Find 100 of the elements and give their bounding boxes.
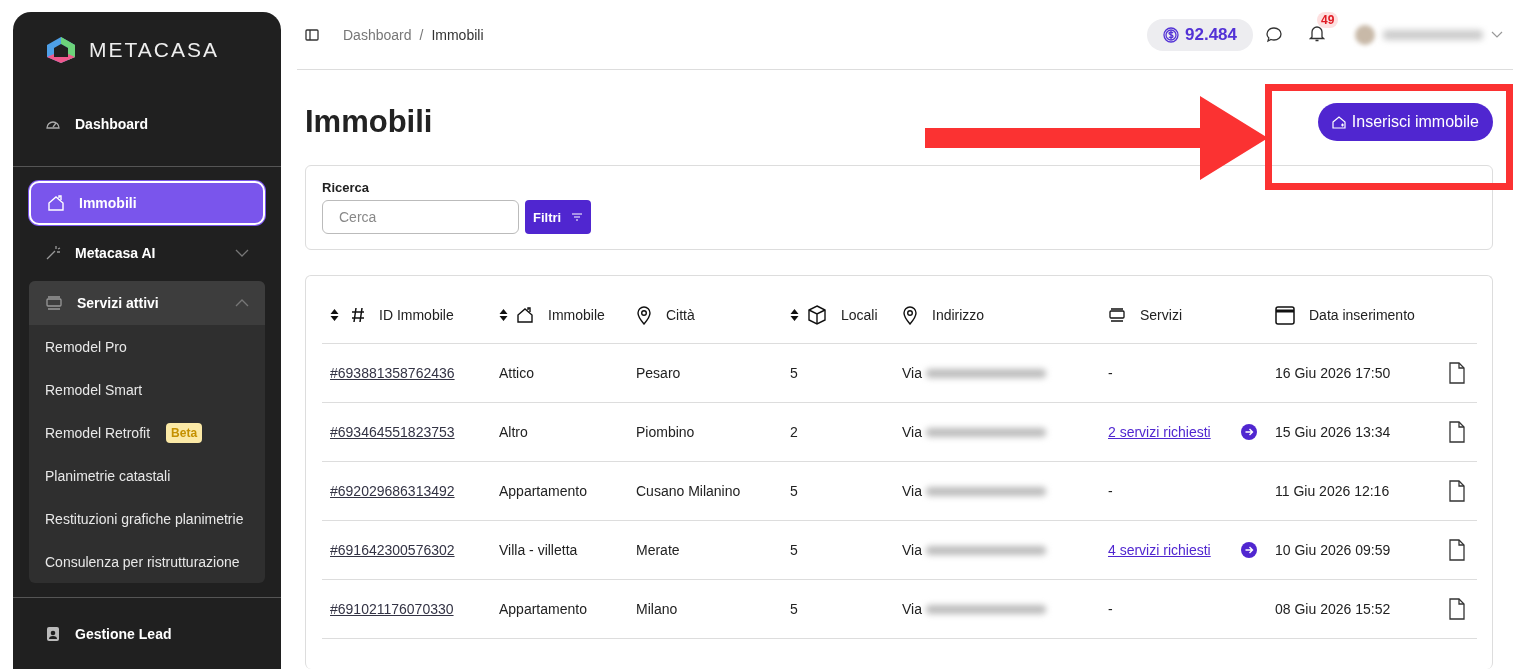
table-cell: 2 (782, 403, 894, 462)
arrow-circle-icon (1241, 542, 1257, 558)
header-label: Locali (841, 306, 878, 323)
table-cell: 16 Giu 2026 17:50 (1267, 344, 1440, 403)
address-text: Via (902, 601, 922, 617)
column-header[interactable]: Locali (782, 286, 894, 344)
chat-icon (1265, 25, 1283, 44)
nav-item[interactable]: Servizi attivi (29, 281, 265, 325)
sidebar-toggle-icon (305, 28, 319, 41)
stack-icon (1108, 306, 1126, 323)
property-id-link[interactable]: #691021176070330 (330, 601, 454, 617)
address-text: Via (902, 365, 922, 381)
header-label: Città (666, 306, 695, 323)
property-id-link[interactable]: #691642300576302 (330, 542, 455, 558)
table-cell: - (1108, 601, 1113, 617)
beta-badge: Beta (166, 422, 203, 443)
submenu-item[interactable]: Planimetrie catastali (29, 454, 265, 497)
header-label: Data inserimento (1309, 306, 1415, 323)
submenu-item[interactable]: Remodel Retrofit Beta (29, 411, 265, 454)
page-title: Immobili (305, 103, 434, 140)
submenu-item[interactable]: Remodel Pro (29, 325, 265, 368)
chevron-icon (1491, 31, 1503, 38)
document-icon (1448, 539, 1466, 561)
add-property-button[interactable]: Inserisci immobile (1317, 102, 1493, 141)
submenu-item[interactable]: Consulenza per ristrutturazione (29, 540, 265, 583)
header-label: ID Immobile (379, 306, 454, 323)
header-label: Indirizzo (932, 306, 985, 323)
sort-icon (790, 307, 799, 322)
calendar-icon (1275, 304, 1295, 325)
table-cell: Altro (491, 403, 628, 462)
filter-icon (571, 212, 584, 222)
coin-icon (1163, 26, 1179, 43)
bell-icon (1309, 23, 1325, 42)
nav-item[interactable]: Metacasa AI (29, 231, 265, 275)
nav-item[interactable]: Gestione Lead (29, 612, 265, 656)
nav-item[interactable]: Dashboard (29, 102, 265, 146)
table-cell: Milano (628, 580, 782, 639)
house-icon (47, 194, 65, 212)
property-id-link[interactable]: #693881358762436 (330, 365, 455, 381)
table-cell: Pesaro (628, 344, 782, 403)
map-pin-icon (636, 304, 652, 325)
table-cell: 5 (782, 344, 894, 403)
table-cell: Attico (491, 344, 628, 403)
services-link[interactable]: 4 servizi richiesti (1108, 542, 1211, 558)
table-cell: Cusano Milanino (628, 462, 782, 521)
credits-badge: 92.484 (1147, 18, 1253, 51)
table-cell: - (1108, 365, 1113, 381)
search-field[interactable]: Cerca (322, 200, 519, 234)
avatar[interactable] (1355, 24, 1375, 45)
property-id-link[interactable]: #693464551823753 (330, 424, 455, 440)
table-cell: Piombino (628, 403, 782, 462)
property-id-link[interactable]: #692029686313492 (330, 483, 455, 499)
breadcrumb-separator: / (419, 26, 424, 43)
document-icon (1448, 480, 1466, 502)
address-text: Via (902, 424, 922, 440)
table-cell: Appartamento (491, 580, 628, 639)
table-cell: - (1108, 483, 1113, 499)
hash-icon (351, 306, 365, 323)
table-cell: 10 Giu 2026 09:59 (1267, 521, 1440, 580)
table-cell: 11 Giu 2026 12:16 (1267, 462, 1440, 521)
chevron-icon (235, 299, 249, 307)
submenu-label: Remodel Retrofit (45, 424, 151, 441)
filter-button[interactable]: Filtri (525, 200, 592, 234)
sort-icon (330, 307, 339, 322)
document-icon (1448, 362, 1466, 384)
table-cell: 5 (782, 462, 894, 521)
chevron-icon (235, 249, 249, 257)
stack-icon (45, 295, 63, 311)
table-cell: 08 Giu 2026 15:52 (1267, 580, 1440, 639)
column-header[interactable]: ID Immobile (322, 286, 491, 344)
table-cell: Appartamento (491, 462, 628, 521)
map-pin-icon (902, 304, 918, 325)
table-cell: Villa - villetta (491, 521, 628, 580)
nav-item[interactable]: Immobili (29, 181, 265, 225)
submenu-item[interactable]: Remodel Smart (29, 368, 265, 411)
address-text: Via (902, 542, 922, 558)
header-label: Immobile (548, 306, 605, 323)
search-label: Ricerca (322, 180, 370, 195)
address-text: Via (902, 483, 922, 499)
table-cell: 5 (782, 521, 894, 580)
document-icon (1448, 598, 1466, 620)
sort-icon (499, 307, 508, 322)
submenu-item[interactable]: Restituzioni grafiche planimetrie (29, 497, 265, 540)
house-icon (516, 305, 534, 324)
services-link[interactable]: 2 servizi richiesti (1108, 424, 1211, 440)
arrow-circle-icon (1241, 424, 1257, 440)
table-cell: Merate (628, 521, 782, 580)
contact-card-icon (45, 626, 61, 642)
column-header[interactable]: Immobile (491, 286, 628, 344)
table-cell: 5 (782, 580, 894, 639)
logo-icon (45, 36, 77, 64)
table-cell: 15 Giu 2026 13:34 (1267, 403, 1440, 462)
document-icon (1448, 421, 1466, 443)
house-plus-icon (1331, 114, 1346, 129)
brand-name: METACASA (89, 38, 219, 62)
wand-icon (45, 245, 61, 261)
cube-icon (807, 304, 827, 325)
header-label: Servizi (1140, 306, 1182, 323)
notification-count: 49 (1317, 11, 1339, 28)
breadcrumb-link[interactable]: Dashboard (343, 26, 412, 43)
